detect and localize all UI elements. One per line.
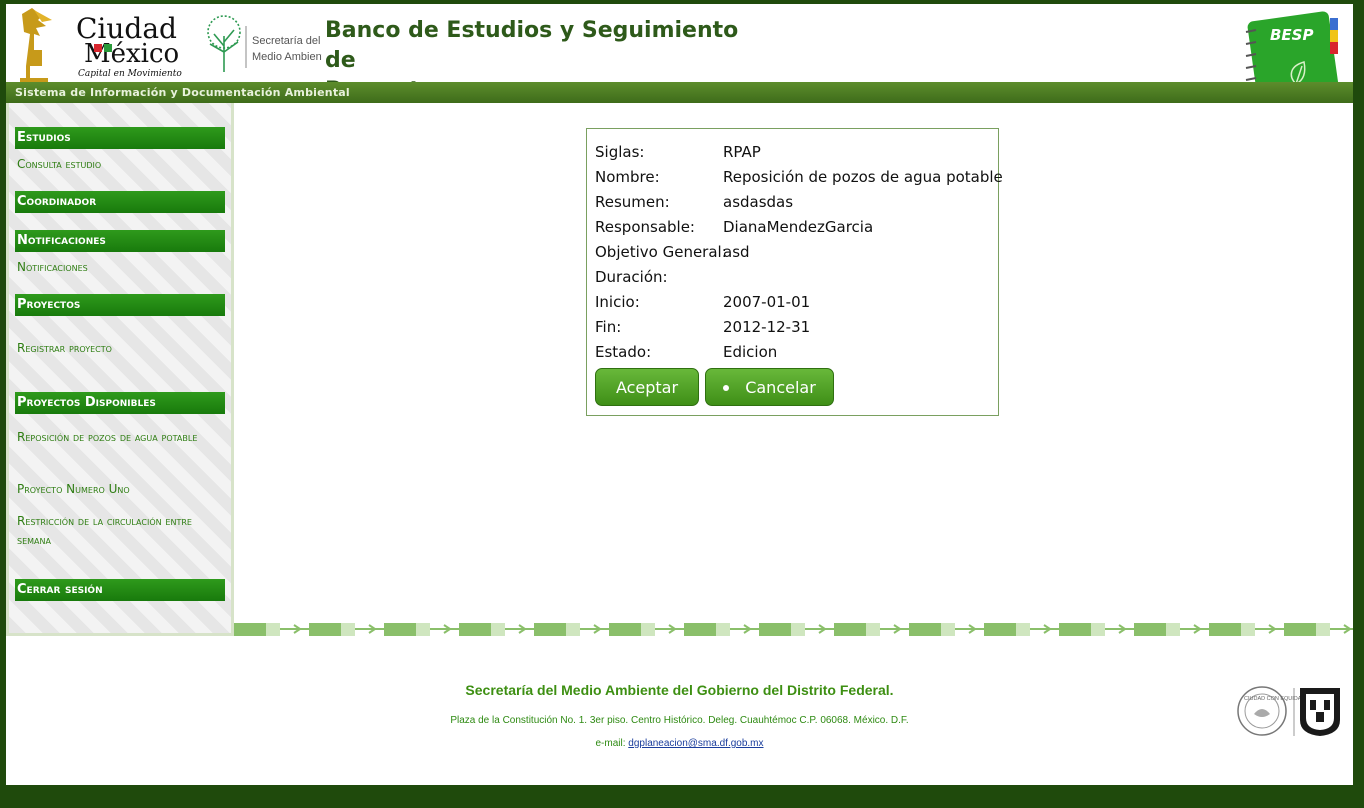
bullet-icon	[723, 384, 730, 391]
field-label: Duración:	[595, 268, 668, 286]
sidebar-logout-button[interactable]: Cerrar sesión	[15, 579, 225, 601]
field-value: 2007-01-01	[723, 293, 811, 311]
cancel-button[interactable]: Cancelar	[705, 368, 834, 406]
field-label: Responsable:	[595, 218, 695, 236]
project-detail-panel: Siglas: RPAP Nombre: Reposición de pozos…	[586, 128, 1003, 416]
footer-title: Secretaría del Medio Ambiente del Gobier…	[465, 682, 894, 698]
field-value: 2012-12-31	[723, 318, 811, 336]
footer-email: e-mail: dgplaneacion@sma.df.gob.mx	[6, 738, 1353, 749]
sidebar-heading-estudios: Estudios	[15, 127, 225, 149]
field-label: Estado:	[595, 343, 652, 361]
sidebar-link-registrar-proyecto[interactable]: Registrar proyecto	[17, 339, 223, 358]
government-seals: CIUDAD CON EQUIDAD	[1237, 686, 1340, 736]
page: Ciudad México Capital en Movimiento Secr…	[6, 4, 1353, 785]
field-label: Inicio:	[595, 293, 640, 311]
svg-text:BESP: BESP	[1270, 26, 1313, 44]
field-label: Objetivo General:	[595, 243, 727, 261]
field-value: RPAP	[723, 143, 761, 161]
decorative-divider	[234, 622, 1353, 637]
footer-email-label: e-mail:	[595, 738, 629, 749]
sidebar-heading-proyectos: Proyectos	[15, 294, 225, 316]
svg-text:Medio Ambiente: Medio Ambiente	[252, 51, 322, 63]
svg-text:México: México	[84, 39, 179, 69]
sidebar-link-notificaciones[interactable]: Notificaciones	[17, 258, 223, 277]
cancel-button-label: Cancelar	[745, 378, 816, 397]
field-label: Resumen:	[595, 193, 670, 211]
sidebar-heading-notificaciones: Notificaciones	[15, 230, 225, 252]
cdmx-logo: Ciudad México Capital en Movimiento	[20, 8, 182, 82]
svg-text:Secretaría del: Secretaría del	[252, 35, 320, 47]
svg-text:Capital en Movimiento: Capital en Movimiento	[78, 69, 182, 79]
sidebar-link-proyecto-restriccion-circulacion[interactable]: Restricción de la circulación entre sema…	[17, 512, 223, 550]
field-value: DianaMendezGarcia	[723, 218, 874, 236]
sidebar-heading-coordinador[interactable]: Coordinador	[15, 191, 225, 213]
svg-text:CIUDAD CON EQUIDAD: CIUDAD CON EQUIDAD	[1244, 696, 1305, 702]
header: Ciudad México Capital en Movimiento Secr…	[6, 4, 1353, 103]
field-value: Edicion	[723, 343, 778, 361]
field-label: Fin:	[595, 318, 622, 336]
sidebar: Estudios Consulta estudio Coordinador No…	[6, 103, 234, 636]
sma-logo: Secretaría del Medio Ambiente	[207, 15, 322, 72]
field-value: asdasdas	[723, 193, 794, 211]
sidebar-heading-proyectos-disponibles: Proyectos Disponibles	[15, 392, 225, 414]
sidebar-link-proyecto-reposicion-pozos[interactable]: Reposición de pozos de agua potable	[17, 428, 223, 447]
footer-address: Plaza de la Constitución No. 1. 3er piso…	[450, 715, 909, 726]
field-value: asd	[723, 243, 750, 261]
field-label: Nombre:	[595, 168, 660, 186]
sidebar-link-consulta-estudio[interactable]: Consulta estudio	[17, 155, 223, 174]
app-title-line1: Banco de Estudios y Seguimiento de	[325, 18, 739, 73]
footer-email-link[interactable]: dgplaneacion@sma.df.gob.mx	[628, 738, 763, 749]
field-label: Siglas:	[595, 143, 645, 161]
subtitle-bar: Sistema de Información y Documentación A…	[6, 82, 1353, 103]
field-value: Reposición de pozos de agua potable	[723, 168, 1003, 186]
sidebar-link-proyecto-numero-uno[interactable]: Proyecto Numero Uno	[17, 480, 223, 499]
accept-button[interactable]: Aceptar	[595, 368, 699, 406]
